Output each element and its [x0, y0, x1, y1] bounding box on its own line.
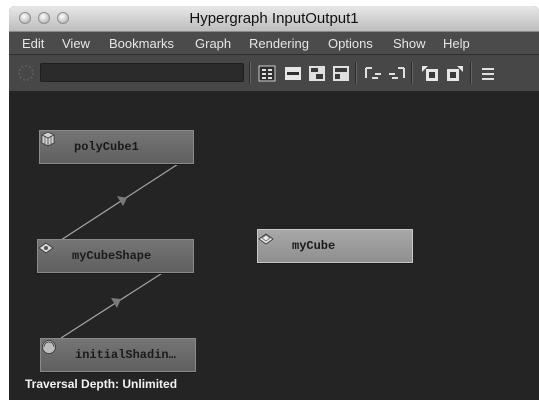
menu-options[interactable]: Options [328, 36, 373, 51]
collapse-icon[interactable] [283, 64, 303, 83]
hypergraph-window: Hypergraph InputOutput1 Edit View Bookma… [9, 6, 539, 400]
traversal-depth-status: Traversal Depth: Unlimited [25, 377, 178, 391]
menu-rendering[interactable]: Rendering [249, 36, 309, 51]
connection-polycube-to-shape[interactable] [60, 154, 193, 241]
shape-node-icon [38, 242, 54, 254]
toolbar-separator [355, 62, 357, 84]
menu-graph[interactable]: Graph [195, 36, 231, 51]
menu-edit[interactable]: Edit [22, 36, 44, 51]
node-polycube1[interactable]: polyCube1 [39, 130, 194, 164]
output-connections-icon[interactable] [331, 64, 351, 83]
node-label: initialShadin… [75, 348, 176, 362]
node-initialshading[interactable]: initialShadin… [40, 338, 196, 372]
graph-canvas[interactable]: polyCube1 myCubeShape initialShadin… myC… [9, 92, 539, 400]
node-label: myCube [292, 239, 336, 253]
connection-shape-to-shading[interactable] [60, 269, 168, 339]
input-connections-icon[interactable] [307, 64, 327, 83]
node-mycubeshape[interactable]: myCubeShape [37, 239, 194, 273]
menu-bookmarks[interactable]: Bookmarks [109, 36, 174, 51]
toolbar-separator [249, 62, 251, 84]
transform-node-icon [258, 233, 274, 245]
node-label: polyCube1 [74, 140, 139, 154]
window-title: Hypergraph InputOutput1 [189, 10, 359, 27]
toolbar-separator [470, 62, 472, 84]
frame-all-icon[interactable] [257, 64, 277, 83]
menu-view[interactable]: View [62, 36, 90, 51]
upstream-icon[interactable] [363, 64, 383, 83]
toolbar [9, 55, 539, 92]
toolbar-handle-icon[interactable] [17, 64, 35, 82]
graph-filter-input[interactable] [40, 63, 244, 82]
graph-selected-icon[interactable] [420, 64, 440, 83]
downstream-icon[interactable] [387, 64, 407, 83]
menu-show[interactable]: Show [393, 36, 426, 51]
menu-help[interactable]: Help [443, 36, 470, 51]
menu-bar: Edit View Bookmarks Graph Rendering Opti… [9, 32, 539, 55]
clear-graph-icon[interactable] [445, 64, 465, 83]
title-bar[interactable]: Hypergraph InputOutput1 [9, 6, 539, 32]
node-mycube[interactable]: myCube [257, 229, 413, 263]
poly-cube-icon [41, 131, 55, 147]
layout-options-icon[interactable] [478, 64, 498, 83]
toolbar-separator [411, 62, 413, 84]
shading-group-icon [42, 340, 56, 354]
node-label: myCubeShape [72, 249, 152, 263]
